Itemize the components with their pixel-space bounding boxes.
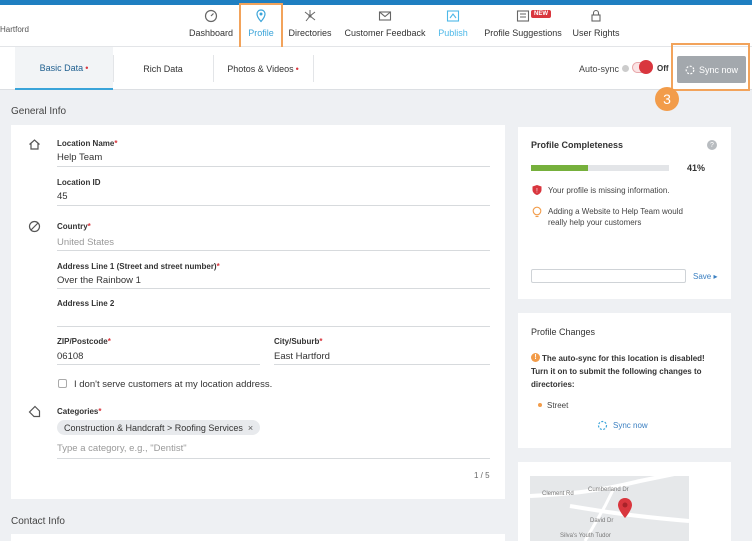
nav-publish[interactable]: Publish <box>436 8 470 46</box>
location-name-input[interactable]: Help Team <box>57 152 102 163</box>
map-street-label: Clement Rd <box>542 491 574 497</box>
lock-icon <box>588 8 604 24</box>
tab-photos-videos[interactable]: Photos & Videos • <box>213 47 313 90</box>
field-underline <box>57 166 490 167</box>
toggle-state: Off <box>657 64 669 73</box>
location-id-value: 45 <box>57 191 68 202</box>
nav-dashboard[interactable]: Dashboard <box>187 8 235 46</box>
map-street-label: Cumberland Dr <box>588 487 629 493</box>
no-address-checkbox[interactable] <box>58 379 67 388</box>
tab-basic-data[interactable]: Basic Data • <box>15 47 113 90</box>
changes-title: Profile Changes <box>531 327 596 337</box>
shield-alert-icon: ! <box>531 184 543 198</box>
new-badge: NEW <box>531 10 551 18</box>
field-underline <box>57 364 260 365</box>
changes-message: The auto-sync for this location is disab… <box>531 354 705 389</box>
lightbulb-icon <box>531 206 543 220</box>
required-dot: • <box>295 63 299 74</box>
category-input[interactable]: Type a category, e.g., "Dentist" <box>57 443 187 454</box>
autosync-dot <box>622 65 629 72</box>
annotation-highlight-sync <box>671 43 750 91</box>
zip-input[interactable]: 06108 <box>57 351 83 362</box>
address2-input[interactable] <box>57 312 490 324</box>
map-streets <box>530 476 689 541</box>
nav-label: Customer Feedback <box>344 28 426 38</box>
city-label: City/Suburb* <box>274 337 323 346</box>
envelope-icon <box>377 8 393 24</box>
address1-input[interactable]: Over the Rainbow 1 <box>57 275 141 286</box>
nav-label: Dashboard <box>188 28 234 38</box>
completeness-suggestion: Adding a Website to Help Team would real… <box>548 207 683 227</box>
completeness-warning: Your profile is missing information. <box>548 186 670 195</box>
nav-user-rights[interactable]: User Rights <box>571 8 621 46</box>
nav-label: User Rights <box>572 28 620 38</box>
contact-info-title: Contact Info <box>11 516 65 527</box>
field-underline <box>57 250 490 251</box>
required-dot: • <box>85 62 89 73</box>
save-link[interactable]: Save ▸ <box>693 272 717 281</box>
website-input[interactable] <box>531 269 686 283</box>
field-underline <box>274 364 490 365</box>
nav-directories[interactable]: Directories <box>286 8 334 46</box>
field-underline <box>57 288 490 289</box>
location-name-label: Location Name* <box>57 139 118 148</box>
tab-label: Basic Data <box>39 62 84 73</box>
suggestions-icon <box>515 8 531 24</box>
address2-label: Address Line 2 <box>57 299 115 308</box>
tab-divider <box>313 55 314 82</box>
change-bullet <box>538 403 542 407</box>
category-chip[interactable]: Construction & Handcraft > Roofing Servi… <box>57 420 261 435</box>
top-navigation: Hartford Dashboard Profile Directories C… <box>0 5 752 47</box>
contact-info-card <box>11 534 505 541</box>
country-label: Country* <box>57 222 91 231</box>
remove-chip-icon[interactable]: × <box>248 423 253 433</box>
nav-label: Publish <box>438 28 468 38</box>
changes-sync-link[interactable]: Sync now <box>613 421 648 430</box>
tag-icon <box>27 404 41 418</box>
change-item: Street <box>547 401 569 410</box>
field-underline <box>57 458 490 459</box>
home-icon <box>27 137 41 151</box>
autosync-label: Auto-sync <box>579 64 620 74</box>
completeness-percent: 41% <box>687 163 706 173</box>
location-name: Hartford <box>0 25 29 34</box>
toggle-knob <box>639 60 653 74</box>
category-chip-label: Construction & Handcraft > Roofing Servi… <box>64 422 243 433</box>
general-info-title: General Info <box>11 106 67 117</box>
location-id-label: Location ID <box>57 178 101 187</box>
map-pin-icon <box>617 497 633 521</box>
publish-icon <box>445 8 461 24</box>
network-icon <box>302 8 318 24</box>
city-input[interactable]: East Hartford <box>274 351 330 362</box>
country-select[interactable]: United States <box>57 237 114 248</box>
map-street-label: David Dr <box>590 518 614 524</box>
field-underline <box>57 326 490 327</box>
no-address-label: I don't serve customers at my location a… <box>74 379 273 390</box>
zip-label: ZIP/Postcode* <box>57 337 111 346</box>
category-count: 1 / 5 <box>474 471 490 480</box>
globe-icon <box>27 219 41 233</box>
gauge-icon <box>203 8 219 24</box>
address1-label: Address Line 1 (Street and street number… <box>57 262 220 271</box>
categories-label: Categories* <box>57 407 102 416</box>
nav-customer-feedback[interactable]: Customer Feedback <box>342 8 428 46</box>
completeness-progress-fill <box>531 165 588 171</box>
nav-label: Profile Suggestions <box>484 28 562 38</box>
field-underline <box>57 205 490 206</box>
info-icon: ? <box>707 140 717 150</box>
completeness-title: Profile Completeness <box>531 140 624 150</box>
sync-icon <box>597 420 608 433</box>
annotation-badge-3: 3 <box>655 87 679 111</box>
nav-profile-suggestions[interactable]: Profile Suggestions <box>480 8 566 46</box>
location-map[interactable]: Clement Rd Cumberland Dr David Dr Silva'… <box>530 476 689 541</box>
tab-rich-data[interactable]: Rich Data <box>113 47 213 90</box>
annotation-highlight-profile <box>239 3 283 52</box>
map-poi-label: Silva's Youth Tudor <box>560 533 611 539</box>
tab-label: Photos & Videos <box>227 63 294 74</box>
nav-label: Directories <box>288 28 332 38</box>
tab-label: Rich Data <box>143 63 183 74</box>
